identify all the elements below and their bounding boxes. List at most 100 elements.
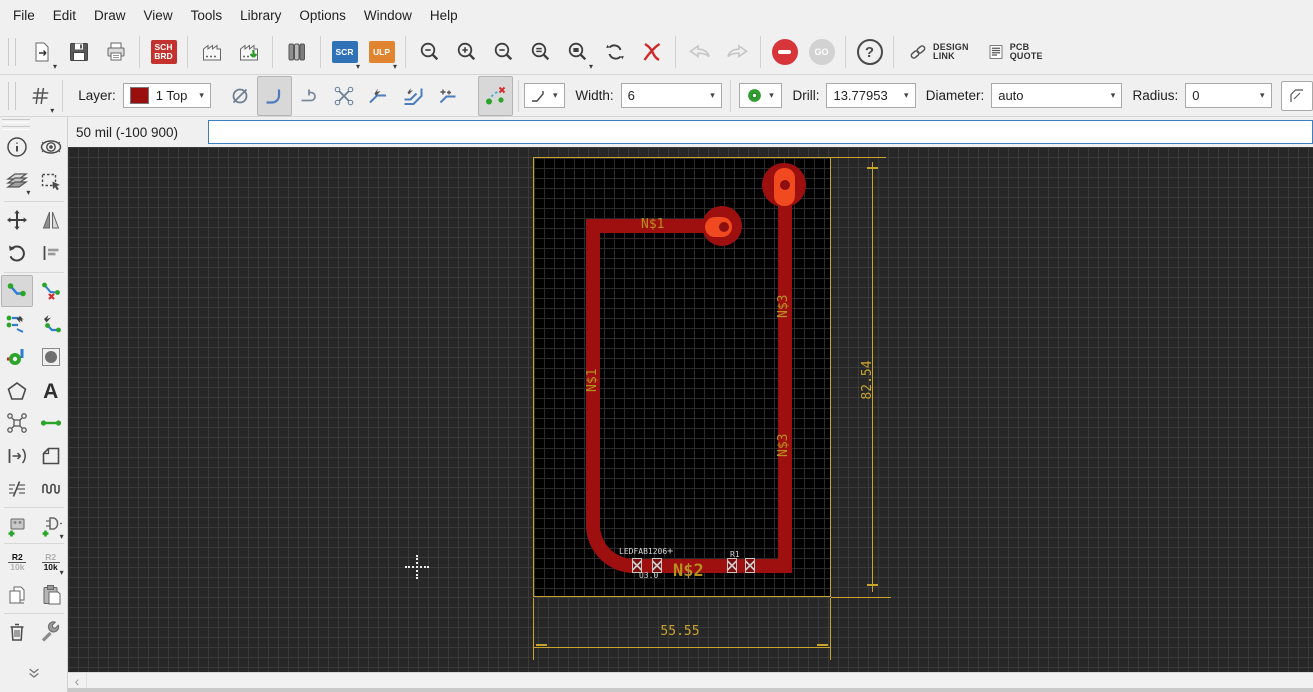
bend-freehand-button[interactable] [430,76,465,116]
go-button[interactable]: GO [803,32,840,72]
menu-edit[interactable]: Edit [44,3,85,28]
ratsnest-tool[interactable] [1,407,33,439]
ripup-tool[interactable] [35,275,67,307]
bend-round-button[interactable] [256,75,292,116]
zoom-out-button[interactable] [485,32,522,72]
name-edit-tool[interactable]: R2 10k [1,546,33,578]
library-button[interactable] [278,32,315,72]
shape-corner-icon [42,447,59,465]
mirror-tool[interactable] [35,204,67,236]
ripup-bends-button[interactable] [326,76,361,116]
diameter-select[interactable]: auto ▾ [991,83,1123,108]
display-layers-tool[interactable]: ▾ [1,166,33,198]
undo-button[interactable] [681,32,718,72]
polygon-tool[interactable] [1,375,33,407]
toolbar-grip[interactable] [8,38,16,66]
info-tool[interactable] [1,131,33,163]
toolbar-grip[interactable] [8,81,16,110]
menu-window[interactable]: Window [355,3,421,28]
circle-tool[interactable] [35,341,67,373]
zoom-in-button[interactable] [448,32,485,72]
cancel-command-button[interactable] [633,32,670,72]
switch-sch-brd-button[interactable]: SCH BRD [145,32,182,72]
toolbar-separator [517,79,519,112]
via-shape-select[interactable]: ▾ [738,83,783,108]
copy-tool[interactable] [1,579,33,611]
print-button[interactable] [97,32,134,72]
redo-button[interactable] [718,32,755,72]
cam-output-button[interactable] [230,32,267,72]
route-airwire-tool[interactable] [35,308,67,340]
move-tool[interactable] [1,204,33,236]
zoom-select-button[interactable]: ▾ [559,32,596,72]
sidebar-grip[interactable] [2,126,30,130]
design-link-button[interactable]: DESIGN LINK [899,37,978,67]
add-device-tool[interactable]: ▾ [35,510,67,542]
attribute-tool[interactable] [1,440,33,472]
drill-select[interactable]: 13.77953 ▾ [826,83,916,108]
route-icon [8,283,27,297]
cursor-coordinates: 50 mil (-100 900) [76,124,179,140]
bend-add-icon [439,89,456,103]
layer-select[interactable]: 1 Top ▾ [122,83,212,108]
route-differential-tool[interactable] [1,308,33,340]
menu-options[interactable]: Options [290,3,355,28]
bend-flat-button[interactable] [292,76,327,116]
group-select-tool[interactable] [35,166,67,198]
scroll-left-button[interactable]: ‹ [68,673,86,689]
command-input[interactable] [208,120,1313,144]
wrench-icon [41,621,59,642]
grid-button[interactable]: ▾ [23,76,58,116]
sidebar-grip[interactable] [2,119,30,123]
help-button[interactable]: ? [851,32,888,72]
cam-processor-button[interactable] [193,32,230,72]
toolbar-separator [272,36,273,68]
follow-me-router-button[interactable] [478,75,513,116]
run-script-button[interactable]: SCR ▾ [326,32,363,72]
save-button[interactable] [60,32,97,72]
stop-button[interactable] [766,32,803,72]
split-tool[interactable] [1,473,33,505]
menu-file[interactable]: File [4,3,44,28]
meander-tool[interactable] [35,473,67,505]
menu-draw[interactable]: Draw [85,3,135,28]
menu-library[interactable]: Library [231,3,290,28]
miter-button[interactable] [1281,80,1313,111]
show-tool[interactable] [35,131,67,163]
text-tool[interactable]: A [35,375,67,407]
bend-ignore-button[interactable] [222,76,257,116]
horizontal-scrollbar[interactable]: ‹ [68,672,1313,689]
open-board-button[interactable]: ▾ [23,32,60,72]
change-tool[interactable] [35,616,67,648]
menu-help[interactable]: Help [421,3,467,28]
value-tag-icon: R2 10k [41,551,60,572]
bend-90-button[interactable] [396,76,431,116]
zoom-fit-button[interactable] [411,32,448,72]
zoom-redraw-button[interactable] [596,32,633,72]
radius-select[interactable]: 0 ▾ [1185,83,1272,108]
pcb-quote-button[interactable]: PCB QUOTE [978,37,1052,67]
value-edit-tool[interactable]: R2 10k ▾ [35,546,67,578]
add-part-tool[interactable] [1,510,33,542]
width-select[interactable]: 6 ▾ [620,83,723,108]
menu-bar: File Edit Draw View Tools Library Option… [0,0,1313,30]
paste-tool[interactable] [35,579,67,611]
menu-tools[interactable]: Tools [182,3,232,28]
route-tool[interactable] [1,275,34,307]
polygon-edit-tool[interactable] [35,440,67,472]
zoom-exact-button[interactable] [522,32,559,72]
delete-tool[interactable] [1,616,33,648]
board-canvas[interactable]: N$1 N$1 N$3 N$3 N$2 LEDFAB1206+ U3.0 R1 … [68,147,1313,672]
signal-tool[interactable] [35,407,67,439]
via-tool[interactable] [1,341,33,373]
attribute-icon [8,448,27,464]
scrollbar-track[interactable] [86,673,1313,689]
zoom-select-icon [568,42,586,61]
expand-toolbar-button[interactable] [24,665,44,681]
bend-45-button[interactable] [361,76,396,116]
run-ulp-button[interactable]: ULP ▾ [363,32,400,72]
menu-view[interactable]: View [135,3,182,28]
name-tool[interactable] [35,237,67,269]
rotate-tool[interactable] [1,237,33,269]
bend-style-select[interactable]: ▾ [523,83,566,108]
